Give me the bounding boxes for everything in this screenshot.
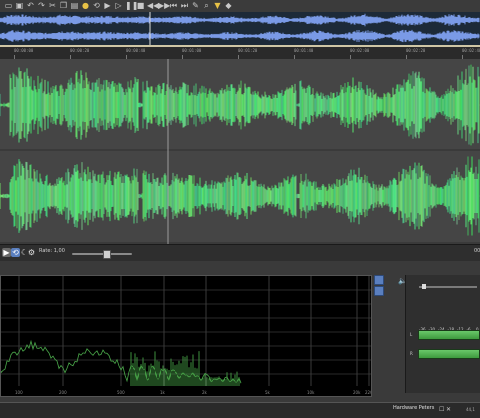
rate-label: Rate: 1,00 — [39, 248, 65, 254]
play-icon[interactable]: ▶ — [2, 248, 11, 257]
spectrum-settings-button[interactable] — [374, 275, 384, 285]
ruler-label: 00:01:40 — [294, 48, 314, 53]
overview-waveform[interactable] — [0, 12, 480, 47]
play-all-icon[interactable]: ▷ — [114, 1, 123, 10]
spectrum-tick-label: 10k — [307, 390, 315, 395]
waveform-svg — [0, 59, 480, 244]
folder-icon[interactable]: ▭ — [4, 1, 13, 10]
next-icon[interactable]: ⏭ — [180, 1, 189, 10]
rate-slider-track[interactable] — [72, 253, 132, 255]
ruler-label: 00:00:20 — [70, 48, 90, 53]
status-bar: Hardware Peters ☐ ✕ 44,1 — [0, 402, 480, 418]
hardware-peaks-label: Hardware Peters — [393, 405, 435, 411]
undo-icon[interactable]: ↶ — [26, 1, 35, 10]
gear-icon[interactable]: ⚙ — [27, 248, 36, 257]
meter-bar-l — [418, 330, 480, 340]
spectrum-tick-label: 500 — [117, 390, 125, 395]
zoom-icon[interactable]: ⌕ — [202, 1, 211, 10]
record-icon[interactable]: ● — [81, 1, 90, 10]
redo-icon[interactable]: ↷ — [37, 1, 46, 10]
fast-forward-icon[interactable]: ▶▶ — [158, 1, 170, 10]
close-icon[interactable]: ✕ — [446, 406, 451, 413]
spectrum-tick-label: 5k — [265, 390, 271, 395]
tools-icon[interactable]: ✎ — [191, 1, 200, 10]
save-icon[interactable]: ▣ — [15, 1, 24, 10]
meter-channel-label: L — [410, 332, 413, 337]
stop-icon[interactable]: ■ — [136, 1, 145, 10]
rewind-icon[interactable]: ◀◀ — [147, 1, 159, 10]
maximize-icon[interactable]: ☐ — [439, 406, 444, 413]
level-meter-panel: 🔈 -36-30-24-18-12-60LR — [398, 275, 480, 393]
spectrum-svg: 100 200 500 1k 2k 5k 10k 20k 22050 — [0, 276, 378, 395]
spectrum-analyzer[interactable]: 100 200 500 1k 2k 5k 10k 20k 22050 — [0, 275, 378, 397]
spectrum-tick-label: 20k — [353, 390, 361, 395]
position-counter: 00 — [474, 248, 480, 254]
play-icon[interactable]: ▶ — [103, 1, 112, 10]
ruler-label: 00:02:20 — [406, 48, 426, 53]
loop-icon[interactable]: ⟲ — [11, 248, 20, 257]
transport-bar: ▶ ⟲ ☾ ⚙ Rate: 1,00 00 — [0, 244, 480, 262]
spectrum-tick-label: 100 — [15, 390, 23, 395]
spectrum-tick-label: 1k — [160, 390, 166, 395]
pause-icon[interactable]: ❚❚ — [125, 1, 138, 10]
ruler-label: 00:01:00 — [182, 48, 202, 53]
rate-slider-thumb[interactable] — [103, 250, 111, 259]
prev-icon[interactable]: ⏮ — [169, 1, 178, 10]
meter-bar-r — [418, 349, 480, 359]
meter-gain-track[interactable] — [419, 286, 477, 288]
meter-channel-label: R — [410, 351, 413, 356]
speaker-icon: 🔈 — [398, 277, 407, 285]
overview-svg — [0, 12, 480, 45]
spectrum-options-button[interactable] — [374, 286, 384, 296]
loop-icon[interactable]: ⟲ — [92, 1, 101, 10]
region-icon[interactable]: ◆ — [224, 1, 233, 10]
sample-rate-text: 44,1 — [466, 407, 475, 412]
ruler-label: 00:02:00 — [350, 48, 370, 53]
spectrum-tick-label: 2k — [202, 390, 208, 395]
marker-icon[interactable]: ▼ — [213, 1, 222, 10]
copy-icon[interactable]: ❐ — [59, 1, 68, 10]
waveform-view[interactable] — [0, 59, 480, 244]
ruler-label: 00:00:00 — [14, 48, 34, 53]
cut-icon[interactable]: ✂ — [48, 1, 57, 10]
spectrum-tick-label: 22050 — [365, 390, 371, 395]
ruler-label: 00:00:40 — [126, 48, 146, 53]
meter-gain-thumb[interactable] — [422, 284, 426, 289]
spectrum-tick-label: 200 — [59, 390, 67, 395]
ruler-label: 00:01:20 — [238, 48, 258, 53]
ruler-label: 00:02:40 — [462, 48, 480, 53]
paste-icon[interactable]: ▤ — [70, 1, 79, 10]
